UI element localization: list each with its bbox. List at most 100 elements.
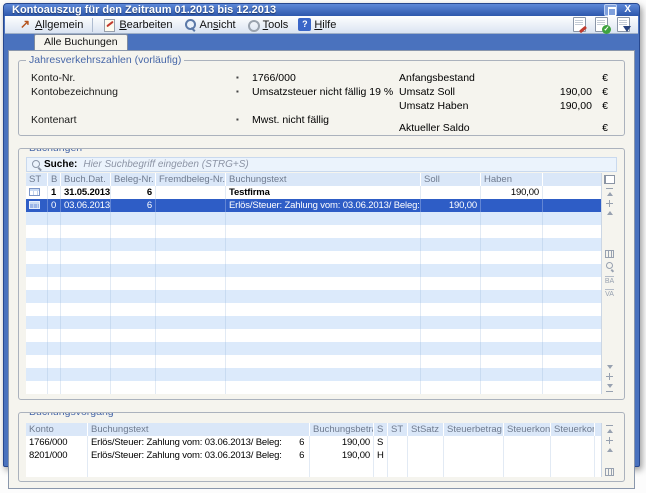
search-label: Suche: bbox=[44, 159, 77, 170]
table-row[interactable] bbox=[26, 277, 601, 290]
cell-b: 0 bbox=[48, 199, 61, 212]
table-row[interactable] bbox=[26, 251, 601, 264]
column-header[interactable]: Konto bbox=[26, 423, 88, 436]
table-row[interactable]: 8201/000 Erlös/Steuer: Zahlung vom: 03.0… bbox=[26, 449, 601, 462]
print-report-icon[interactable] bbox=[573, 17, 586, 32]
table-row[interactable] bbox=[26, 381, 601, 394]
column-header[interactable]: Fremdbeleg-Nr. bbox=[156, 173, 226, 186]
column-header[interactable]: StSatz bbox=[408, 423, 444, 436]
group-buchungsvorgang: Buchungsvorgang Konto Buchungstext Buchu… bbox=[18, 412, 625, 482]
cell-s: S bbox=[374, 436, 388, 449]
help-icon: ? bbox=[298, 18, 311, 31]
bullet-icon: ▪ bbox=[236, 71, 252, 85]
close-button[interactable]: X bbox=[622, 4, 633, 16]
zoom-icon[interactable] bbox=[605, 262, 615, 272]
scroll-down-icon[interactable] bbox=[607, 365, 613, 369]
cell-buch-dat: 31.05.2013 bbox=[61, 186, 111, 199]
menu-item-allgemein[interactable]: ↗ Allgemein bbox=[13, 16, 88, 33]
table-row[interactable] bbox=[26, 212, 601, 225]
cell-betrag: 190,00 bbox=[310, 449, 374, 462]
scroll-to-top-icon[interactable] bbox=[607, 429, 613, 433]
scroll-to-top-icon[interactable] bbox=[607, 192, 613, 196]
column-header[interactable]: Buch.Dat. bbox=[61, 173, 111, 186]
bullet-icon: ▪ bbox=[236, 85, 252, 99]
cell-konto: 8201/000 bbox=[26, 449, 88, 462]
grid-view-icon[interactable] bbox=[605, 250, 614, 258]
cell-betrag: 190,00 bbox=[310, 436, 374, 449]
menu-item-hilfe[interactable]: ? Hilfe bbox=[293, 16, 341, 33]
vorgang-table-header: Konto Buchungstext Buchungsbetrag S ST S… bbox=[26, 423, 601, 436]
column-header[interactable]: Steuerbetrag bbox=[444, 423, 504, 436]
table-row[interactable] bbox=[26, 316, 601, 329]
table-row[interactable] bbox=[26, 342, 601, 355]
currency-label: € bbox=[592, 71, 608, 85]
content-panel: Jahresverkehrszahlen (vorläufig) Konto-N… bbox=[8, 50, 635, 489]
table-row-selected[interactable]: 0 03.06.2013 6 Erlös/Steuer: Zahlung vom… bbox=[26, 199, 601, 212]
scroll-up-icon[interactable] bbox=[607, 211, 613, 215]
menu-divider bbox=[92, 18, 93, 32]
cell-buchungstext: Erlös/Steuer: Zahlung vom: 03.06.2013/ B… bbox=[88, 449, 310, 462]
cell-s: H bbox=[374, 449, 388, 462]
insert-row-icon[interactable] bbox=[606, 200, 613, 207]
app-window: Kontoauszug für den Zeitraum 01.2013 bis… bbox=[3, 3, 640, 467]
table-row[interactable] bbox=[26, 303, 601, 316]
cell-konto: 1766/000 bbox=[26, 436, 88, 449]
table-row[interactable] bbox=[26, 225, 601, 238]
tab-alle-buchungen[interactable]: Alle Buchungen bbox=[34, 34, 128, 50]
ba-button[interactable]: BA bbox=[605, 276, 614, 285]
check-badge-icon: ✓ bbox=[602, 25, 611, 34]
column-header[interactable]: ST bbox=[26, 173, 48, 186]
cell-buchungstext: Erlös/Steuer: Zahlung vom: 03.06.2013/ B… bbox=[226, 199, 421, 212]
cell-fremdbeleg bbox=[156, 199, 226, 212]
export-document-icon[interactable] bbox=[617, 17, 630, 32]
menu-bar: ↗ Allgemein Bearbeiten Ansicht Tools ? H… bbox=[5, 16, 638, 34]
table-row[interactable] bbox=[26, 290, 601, 303]
field-label: Aktueller Saldo bbox=[399, 121, 514, 135]
view-magnifier-icon bbox=[183, 18, 197, 31]
booking-grid-icon bbox=[29, 201, 40, 209]
column-header[interactable]: Haben bbox=[481, 173, 543, 186]
restore-window-icon[interactable] bbox=[604, 4, 617, 16]
column-header[interactable]: B bbox=[48, 173, 61, 186]
table-row[interactable] bbox=[26, 329, 601, 342]
table-row[interactable]: 1766/000 Erlös/Steuer: Zahlung vom: 03.0… bbox=[26, 436, 601, 449]
cell-fremdbeleg bbox=[156, 186, 226, 199]
group-buchungen: Buchungen Suche: Hier Suchbegriff eingeb… bbox=[18, 148, 625, 400]
column-chooser-icon[interactable] bbox=[604, 175, 615, 184]
group-jahresverkehrszahlen: Jahresverkehrszahlen (vorläufig) Konto-N… bbox=[18, 60, 625, 136]
column-header[interactable]: ST bbox=[388, 423, 408, 436]
window-title: Kontoauszug für den Zeitraum 01.2013 bis… bbox=[12, 4, 276, 16]
add-row-icon[interactable] bbox=[606, 373, 613, 380]
column-header[interactable]: Beleg-Nr. bbox=[111, 173, 156, 186]
table-row[interactable] bbox=[26, 355, 601, 368]
column-header[interactable]: Soll bbox=[421, 173, 481, 186]
search-input[interactable]: Suche: Hier Suchbegriff eingeben (STRG+S… bbox=[26, 157, 617, 172]
table-row[interactable] bbox=[26, 264, 601, 277]
va-button[interactable]: VA bbox=[605, 289, 614, 298]
table-row[interactable] bbox=[26, 238, 601, 251]
menu-item-ansicht[interactable]: Ansicht bbox=[178, 16, 241, 33]
scroll-up-icon[interactable] bbox=[607, 448, 613, 452]
column-header[interactable]: S bbox=[374, 423, 388, 436]
field-label: Kontenart bbox=[31, 113, 236, 127]
menu-item-tools[interactable]: Tools bbox=[241, 16, 294, 33]
field-value: 1766/000 bbox=[252, 71, 296, 85]
menu-item-bearbeiten[interactable]: Bearbeiten bbox=[97, 16, 177, 33]
column-header[interactable]: Buchungstext bbox=[226, 173, 421, 186]
booking-grid-icon bbox=[29, 188, 40, 196]
title-bar[interactable]: Kontoauszug für den Zeitraum 01.2013 bis… bbox=[4, 4, 639, 16]
buchungen-empty-rows bbox=[26, 212, 601, 394]
column-header[interactable]: Steuerkonto 2 bbox=[551, 423, 595, 436]
menu-label: Bearbeiten bbox=[119, 19, 172, 31]
table-side-toolbar bbox=[601, 423, 617, 477]
table-row[interactable] bbox=[26, 368, 601, 381]
column-header[interactable]: Steuerkonto 1 bbox=[504, 423, 551, 436]
column-header[interactable]: Buchungstext bbox=[88, 423, 310, 436]
insert-row-icon[interactable] bbox=[606, 437, 613, 444]
table-row[interactable]: 1 31.05.2013 6 Testfirma 190,00 bbox=[26, 186, 601, 199]
tools-gear-icon bbox=[246, 18, 260, 31]
confirm-document-icon[interactable]: ✓ bbox=[595, 17, 608, 32]
scroll-to-bottom-icon[interactable] bbox=[607, 384, 613, 388]
field-label: Kontobezeichnung bbox=[31, 85, 236, 99]
column-header[interactable]: Buchungsbetrag bbox=[310, 423, 374, 436]
